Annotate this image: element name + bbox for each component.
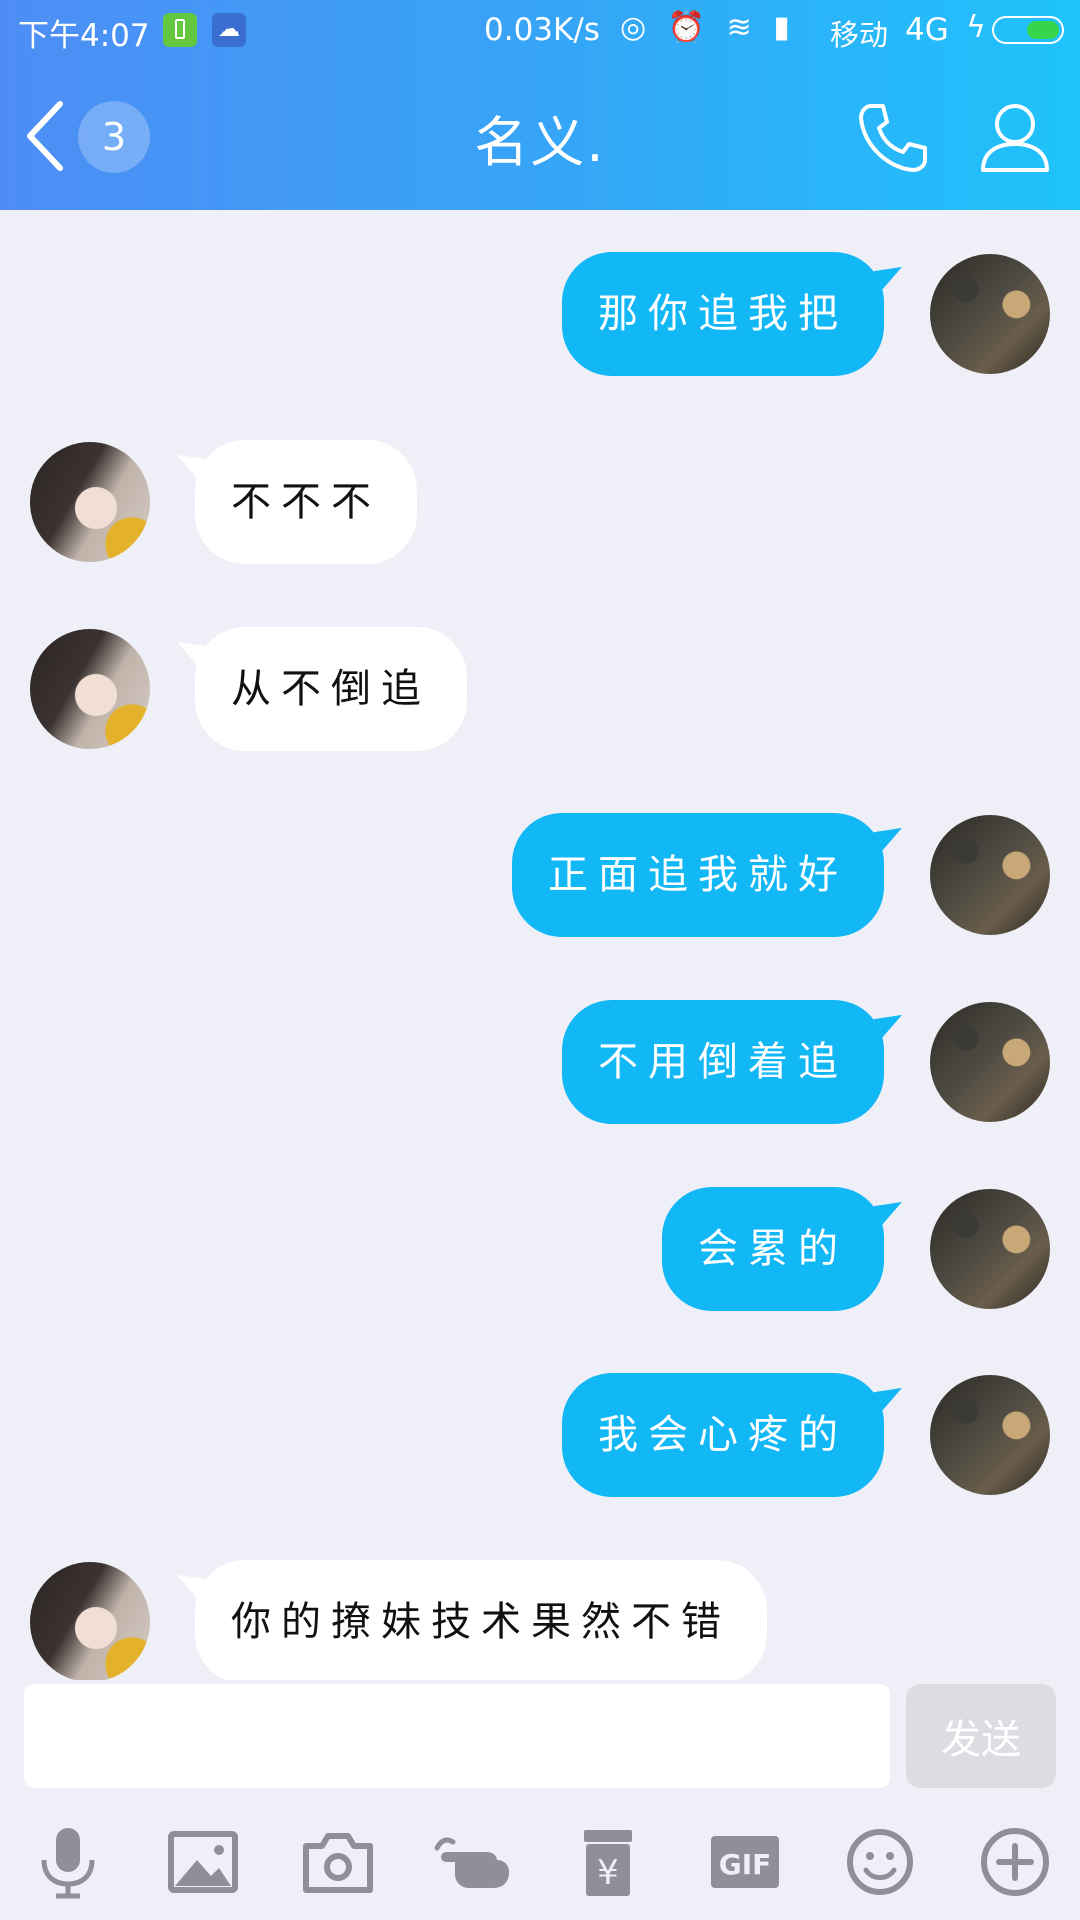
emoji-icon [847,1829,913,1895]
contact-message-bubble[interactable]: 你的撩妹技术果然不错 [195,1560,767,1680]
input-toolbar: ¥ GIF [0,1800,1080,1920]
my-avatar[interactable] [930,1189,1050,1309]
page-title: 名义. [474,111,606,174]
carrier-label: 移动 [830,18,889,52]
my-avatar[interactable] [930,1002,1050,1122]
gif-button[interactable]: GIF [705,1822,785,1902]
plus-icon [981,1828,1049,1896]
my-avatar[interactable] [930,815,1050,935]
camera-button[interactable] [298,1822,378,1902]
message-row: 我会心疼的 [0,1373,1080,1503]
message-row: 正面追我就好 [0,813,1080,943]
my-avatar[interactable] [930,254,1050,374]
profile-button[interactable] [975,98,1055,178]
image-icon [168,1831,238,1893]
message-row: 从不倒追 [0,627,1080,757]
cloud-icon: ☁ [212,13,246,47]
net-speed: 0.03K/s [484,12,600,48]
red-packet-icon: ¥ [584,1830,632,1896]
yuan-symbol: ¥ [597,1853,619,1893]
message-row: 不不不 [0,440,1080,570]
contact-avatar[interactable] [30,1562,150,1680]
my-message-bubble[interactable]: 那你追我把 [562,252,884,376]
contact-message-bubble[interactable]: 不不不 [195,440,417,564]
battery-app-icon [163,13,197,47]
phone-icon [859,104,927,172]
send-button[interactable]: 发送 [906,1684,1056,1788]
charging-icon: ϟ [966,10,986,45]
message-row: 不用倒着追 [0,1000,1080,1130]
input-bar: 发送 [0,1680,1080,1800]
status-bar: 下午4:07 ☁ 0.03K/s ◎ ⏰ ≋ ▮ 移动 4G ϟ [0,0,1080,62]
gif-label: GIF [719,1848,772,1881]
back-icon [27,101,63,171]
voice-button[interactable] [28,1822,108,1902]
message-row: 那你追我把 [0,252,1080,382]
poke-hand-icon [434,1837,509,1888]
message-row: 你的撩妹技术果然不错 [0,1560,1080,1680]
emoji-button[interactable] [840,1822,920,1902]
my-avatar[interactable] [930,1375,1050,1495]
chat-area[interactable]: 那你追我把 不不不 从不倒追 正面追我就好 不用倒着追 会累的 我会心疼的 你的… [0,210,1080,1680]
my-message-bubble[interactable]: 不用倒着追 [562,1000,884,1124]
my-message-bubble[interactable]: 我会心疼的 [562,1373,884,1497]
contact-avatar[interactable] [30,629,150,749]
more-button[interactable] [975,1822,1055,1902]
gif-icon: GIF [711,1836,779,1888]
status-icons: ◎ ⏰ ≋ ▮ [620,10,796,45]
phone-call-button[interactable] [853,98,933,178]
poke-button[interactable] [433,1822,513,1902]
my-message-bubble[interactable]: 正面追我就好 [512,813,884,937]
message-row: 会累的 [0,1187,1080,1317]
message-input[interactable] [24,1684,890,1788]
red-packet-button[interactable]: ¥ [568,1822,648,1902]
battery-icon [992,16,1064,44]
unread-badge[interactable]: 3 [78,101,150,173]
image-button[interactable] [163,1822,243,1902]
network-type: 4G [905,12,949,48]
status-time: 下午4:07 [18,18,150,54]
camera-icon [303,1833,373,1893]
my-message-bubble[interactable]: 会累的 [662,1187,884,1311]
profile-icon [981,104,1049,172]
microphone-icon [41,1828,95,1899]
contact-message-bubble[interactable]: 从不倒追 [195,627,467,751]
contact-avatar[interactable] [30,442,150,562]
top-header: 下午4:07 ☁ 0.03K/s ◎ ⏰ ≋ ▮ 移动 4G ϟ 3 名义. [0,0,1080,210]
